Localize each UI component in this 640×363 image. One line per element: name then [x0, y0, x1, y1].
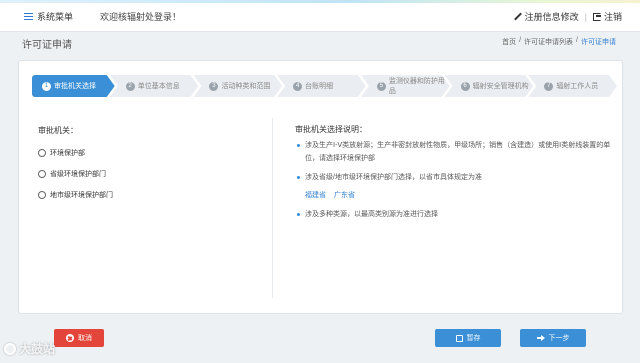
radio-button[interactable]	[38, 169, 46, 178]
radio-button[interactable]	[38, 190, 46, 199]
edit-registration-label: 注册信息修改	[524, 12, 579, 22]
step-label: 审批机关选择	[54, 83, 96, 90]
step-label: 活动种类和范围	[221, 83, 271, 90]
step-number: 4	[293, 82, 302, 91]
watermark: 大鼓站	[4, 340, 55, 357]
note-item: 涉及多种类源，以最高类别源为准进行选择	[295, 208, 613, 221]
logout-link[interactable]: 注销	[592, 10, 622, 23]
step-number: 7	[544, 82, 553, 91]
save-draft-button[interactable]: 暂存	[435, 329, 501, 347]
step-safety-organization[interactable]: 6 辐射安全管理机构	[445, 75, 534, 97]
notes-list: 涉及多种类源，以最高类别源为准进行选择	[295, 208, 613, 221]
wizard-steps: 1 审批机关选择 2 单位基本信息 3 活动种类和范围 4 台账明细 5 监测仪…	[32, 75, 612, 97]
watermark-logo-icon	[4, 342, 16, 355]
next-step-button[interactable]: 下一步	[520, 329, 586, 347]
close-icon	[66, 334, 74, 342]
notes-list: 涉及生产Ⅰ-Ⅴ类放射源；生产非密封放射性物质，甲级场所；销售（含建造）或使用Ⅰ类…	[295, 139, 613, 184]
radio-option-ministry[interactable]: 环境保护部	[38, 142, 113, 163]
save-label: 暂存	[466, 335, 481, 342]
province-link-fujian[interactable]: 福建省	[305, 190, 326, 200]
step-number: 3	[209, 82, 218, 91]
logout-label: 注销	[603, 12, 622, 22]
step-number: 2	[126, 82, 135, 91]
step-label: 监测仪器和防护用品	[388, 78, 445, 95]
step-ledger-details[interactable]: 4 台账明细	[277, 75, 366, 97]
notes-title: 审批机关选择说明：	[295, 125, 367, 134]
welcome-text: 欢迎核辐射处登录！	[100, 12, 182, 22]
radio-label: 省级环境保护部门	[50, 170, 106, 178]
radio-option-provincial[interactable]: 省级环境保护部门	[38, 163, 113, 184]
step-label: 单位基本信息	[137, 83, 180, 90]
next-label: 下一步	[548, 335, 570, 342]
radio-button[interactable]	[38, 148, 46, 157]
selection-notes: 审批机关选择说明： 涉及生产Ⅰ-Ⅴ类放射源；生产非密封放射性物质，甲级场所；销售…	[295, 124, 613, 227]
step-label: 辐射安全管理机构	[472, 83, 529, 90]
column-divider	[272, 118, 273, 298]
breadcrumb-license-list[interactable]: 许可证申请列表	[524, 37, 573, 47]
pen-icon	[514, 13, 522, 21]
system-menu-button[interactable]: 系统菜单	[24, 10, 73, 23]
watermark-text: 大鼓站	[19, 342, 56, 356]
step-activity-scope[interactable]: 3 活动种类和范围	[193, 75, 282, 97]
application-card: 1 审批机关选择 2 单位基本信息 3 活动种类和范围 4 台账明细 5 监测仪…	[18, 60, 623, 314]
note-item: 涉及生产Ⅰ-Ⅴ类放射源；生产非密封放射性物质，甲级场所；销售（含建造）或使用Ⅰ类…	[295, 139, 613, 165]
menu-icon	[24, 12, 33, 21]
breadcrumb-separator: /	[576, 37, 578, 44]
breadcrumb-current: 许可证申请	[581, 39, 616, 46]
page-title: 许可证申请	[22, 40, 72, 51]
note-item: 涉及省级/地市级环境保护部门选择，以省市具体规定为准	[295, 171, 613, 184]
step-label: 台账明细	[305, 83, 334, 90]
page-header: 许可证申请 首页 / 许可证申请列表 / 许可证申请	[0, 32, 640, 52]
step-approval-authority[interactable]: 1 审批机关选择	[32, 75, 115, 97]
step-monitoring-equipment[interactable]: 5 监测仪器和防护用品	[361, 75, 450, 97]
authority-selection: 审批机关： 环境保护部 省级环境保护部门 地市级环境保护部门	[38, 125, 113, 205]
authority-field-label: 审批机关：	[38, 126, 78, 135]
radio-label: 地市级环境保护部门	[50, 191, 113, 199]
province-links: 福建省 广东省	[295, 190, 613, 200]
user-actions: 注册信息修改 | 注销	[514, 10, 622, 23]
system-menu-label: 系统菜单	[37, 12, 74, 22]
step-label: 辐射工作人员	[556, 83, 599, 90]
step-radiation-staff[interactable]: 7 辐射工作人员	[528, 75, 617, 97]
save-icon	[455, 334, 463, 342]
breadcrumb: 首页 / 许可证申请列表 / 许可证申请	[502, 37, 616, 47]
breadcrumb-home[interactable]: 首页	[502, 37, 516, 47]
cancel-label: 取消	[78, 335, 92, 342]
step-number: 6	[461, 82, 470, 91]
radio-option-municipal[interactable]: 地市级环境保护部门	[38, 184, 113, 205]
province-link-guangdong[interactable]: 广东省	[334, 190, 355, 200]
radio-label: 环境保护部	[50, 149, 85, 157]
edit-registration-link[interactable]: 注册信息修改	[514, 10, 579, 23]
cancel-button[interactable]: 取消	[54, 329, 104, 347]
top-bar: 系统菜单 欢迎核辐射处登录！ 注册信息修改 | 注销	[0, 0, 640, 32]
step-number: 5	[377, 82, 386, 91]
step-unit-info[interactable]: 2 单位基本信息	[110, 75, 199, 97]
arrow-right-icon	[536, 335, 545, 341]
step-number: 1	[42, 82, 51, 91]
separator: |	[584, 11, 587, 22]
breadcrumb-separator: /	[519, 37, 522, 44]
logout-icon	[592, 12, 601, 21]
